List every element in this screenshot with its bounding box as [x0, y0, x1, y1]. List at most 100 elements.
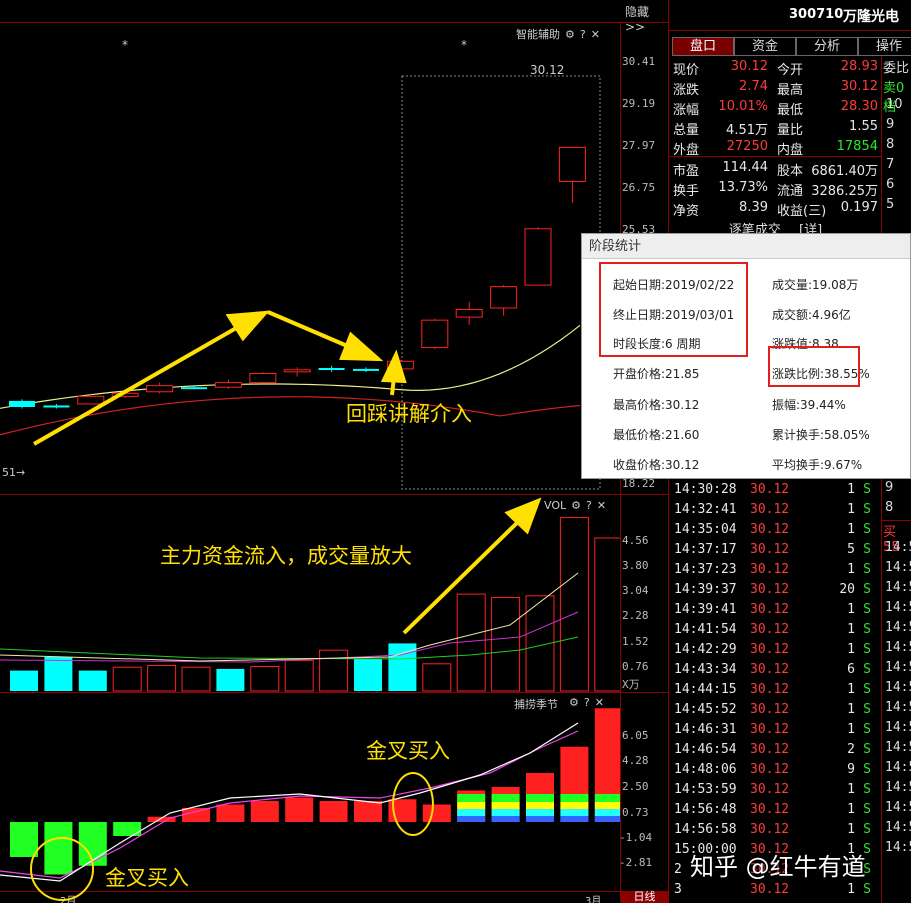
quote-value: 6861.40万: [811, 164, 878, 179]
trade-side: S: [863, 502, 871, 517]
trade-price: 30.12: [750, 782, 790, 797]
trade-time: 14:43:34: [674, 662, 737, 677]
trade-row: 14:46:31 30.12 1 S: [672, 721, 877, 741]
trade-time: 14:39:37: [674, 582, 737, 597]
quote-label: 流通: [777, 184, 804, 199]
low-price-value: 21.60: [665, 428, 700, 442]
trade-side: S: [863, 882, 871, 897]
orderbook-time: 14:5: [885, 700, 911, 715]
orderbook-time: 14:5: [885, 780, 911, 795]
quote-row: 外盘 27250 内盘 17854: [673, 138, 878, 158]
annotation-golden-cross-1: 金叉买入: [105, 866, 189, 890]
trade-time: 14:45:52: [674, 702, 737, 717]
trade-qty: 1: [847, 682, 855, 697]
trade-side: S: [863, 742, 871, 757]
trade-row: 14:46:54 30.12 2 S: [672, 741, 877, 761]
open-price-label: 开盘价格:: [613, 367, 666, 381]
orderbook-time: 14:5: [885, 600, 911, 615]
quote-value: 13.73%: [718, 180, 768, 195]
trade-time: 14:30:28: [674, 482, 737, 497]
orderbook-time: 14:5: [885, 840, 911, 855]
quote-value: 114.44: [722, 160, 769, 175]
quote-value: 27250: [726, 139, 768, 154]
quote-row: 换手 13.73% 流通 3286.25万: [673, 179, 878, 199]
trade-time: 14:37:23: [674, 562, 737, 577]
trade-row: 14:56:58 30.12 1 S: [672, 821, 877, 841]
chart-area[interactable]: 隐藏>> 智能辅助 ⚙ ? ✕ * * 30.41 29.19 27.97 26…: [0, 0, 668, 903]
avg-turnover-label: 平均换手:: [772, 458, 825, 472]
trade-time: 14:37:17: [674, 542, 737, 557]
trade-time: 14:35:04: [674, 522, 737, 537]
trade-row: 14:56:48 30.12 1 S: [672, 801, 877, 821]
quote-label: 股本: [777, 164, 804, 179]
stock-title-bar: 300710 万隆光电: [669, 0, 911, 31]
orderbook-time: 14:5: [885, 720, 911, 735]
orderbook-time: 14:5: [885, 620, 911, 635]
tab-funds[interactable]: 资金: [734, 37, 796, 56]
annotation-inflow: 主力资金流入，成交量放大: [160, 544, 412, 568]
trade-side: S: [863, 622, 871, 637]
quote-row: 总量 4.51万 量比 1.55: [673, 118, 878, 138]
quote-value: 2.74: [739, 79, 768, 94]
trade-price: 30.12: [750, 542, 790, 557]
orderbook-time: 14:5: [885, 820, 911, 835]
trade-qty: 1: [847, 602, 855, 617]
quote-value: 8.39: [739, 200, 768, 215]
low-price-label: 最低价格:: [613, 428, 666, 442]
trade-qty: 1: [847, 722, 855, 737]
trade-price: 30.12: [750, 762, 790, 777]
trade-qty: 1: [847, 802, 855, 817]
close-price-value: 30.12: [665, 458, 700, 472]
quote-label: 换手: [673, 184, 700, 199]
close-price-label: 收盘价格:: [613, 458, 666, 472]
trade-row: 14:37:23 30.12 1 S: [672, 561, 877, 581]
tab-handicap[interactable]: 盘口: [672, 37, 734, 56]
tab-analysis[interactable]: 分析: [796, 37, 858, 56]
orderbook-time: 14:5: [885, 680, 911, 695]
trade-time: 14:48:06: [674, 762, 737, 777]
trade-row: 14:42:29 30.12 1 S: [672, 641, 877, 661]
trade-price: 30.12: [750, 642, 790, 657]
quote-label: 市盈: [673, 164, 700, 179]
trade-qty: 1: [847, 482, 855, 497]
orderbook-sell-label: 卖0档: [883, 81, 905, 115]
trade-qty: 1: [847, 822, 855, 837]
orderbook-time: 14:5: [885, 760, 911, 775]
trade-row: 14:43:34 30.12 6 S: [672, 661, 877, 681]
trade-row: 14:44:15 30.12 1 S: [672, 681, 877, 701]
trade-side: S: [863, 562, 871, 577]
high-price-label: 最高价格:: [613, 398, 666, 412]
trade-price: 30.12: [750, 822, 790, 837]
amplitude-value: 39.44%: [800, 398, 846, 412]
stage-stats-popup[interactable]: 阶段统计 起始日期:2019/02/22 终止日期:2019/03/01 时段长…: [581, 233, 911, 479]
trade-time: 14:41:54: [674, 622, 737, 637]
turnover-label: 累计换手:: [772, 428, 825, 442]
popup-title[interactable]: 阶段统计: [582, 234, 910, 259]
highlight-circle-1: [30, 837, 94, 901]
trade-price: 30.12: [750, 662, 790, 677]
trade-price: 30.12: [750, 602, 790, 617]
trade-side: S: [863, 582, 871, 597]
amplitude-label: 振幅:: [772, 398, 801, 412]
trade-time: 3: [674, 882, 682, 897]
orderbook-time: 14:5: [885, 560, 911, 575]
annotation-arrows: [33, 310, 542, 635]
arrow-right-line: [267, 310, 353, 350]
trade-side: S: [863, 602, 871, 617]
trade-time: 14:39:41: [674, 602, 737, 617]
quote-value: 17854: [836, 139, 878, 154]
trade-qty: 6: [847, 662, 855, 677]
trade-side: S: [863, 722, 871, 737]
trade-price: 30.12: [750, 802, 790, 817]
trade-row: 14:32:41 30.12 1 S: [672, 501, 877, 521]
volume-label: 成交量:: [772, 278, 813, 292]
quote-label: 现价: [673, 63, 700, 78]
orderbook-level: 7: [886, 157, 895, 172]
tab-operation[interactable]: 操作: [858, 37, 911, 56]
quote-label: 涨跌: [673, 83, 700, 98]
quote-value: 30.12: [730, 59, 768, 74]
trade-row: 14:41:54 30.12 1 S: [672, 621, 877, 641]
trade-row: 14:35:04 30.12 1 S: [672, 521, 877, 541]
highlight-box-change: [768, 346, 860, 387]
arrow-up-line: [33, 325, 239, 446]
